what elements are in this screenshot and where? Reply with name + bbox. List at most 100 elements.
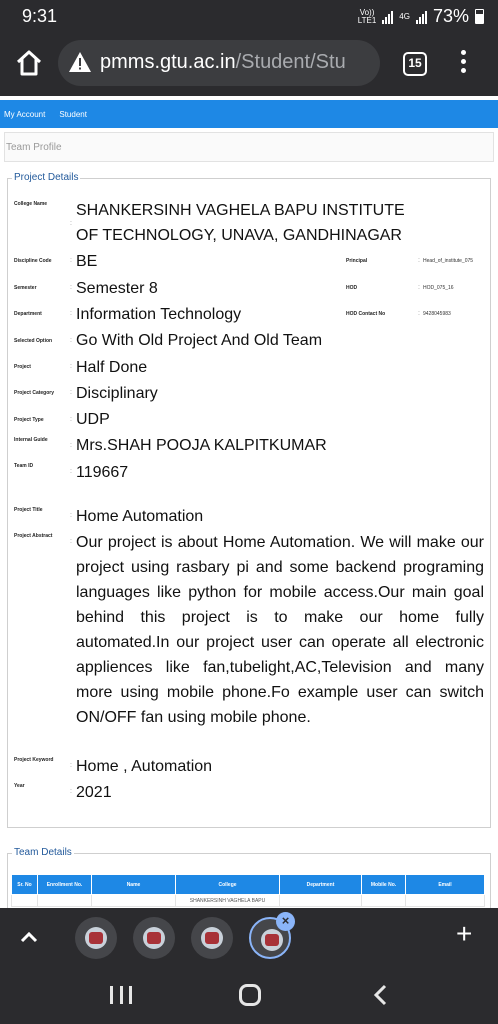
tab-strip (0, 908, 498, 966)
top-nav: My Account Student (0, 100, 498, 128)
colon: : (70, 257, 72, 264)
selected-option-label: Selected Option (14, 338, 53, 344)
col-department: Department (279, 874, 362, 895)
table-cell (11, 894, 38, 907)
hod-contact-value: 9428045983 (423, 311, 451, 317)
hod-contact-label: HOD Contact No (346, 311, 386, 317)
team-id-label: Team ID (14, 463, 34, 469)
year-value: 2021 (76, 784, 112, 801)
table-cell (279, 894, 362, 907)
nav-my-account[interactable]: My Account (4, 110, 45, 119)
project-label: Project (14, 364, 31, 370)
colon: : (70, 762, 72, 769)
clock: 9:31 (22, 6, 58, 26)
colon: : (70, 416, 72, 423)
tab-thumbnail[interactable] (75, 917, 117, 959)
breadcrumb: Team Profile (4, 132, 494, 162)
project-keyword-value: Home , Automation (76, 758, 213, 775)
college-name-label: College Name (14, 201, 48, 207)
col-mobile: Mobile No. (361, 874, 406, 895)
home-icon[interactable] (14, 48, 44, 78)
tab-thumbnail[interactable] (191, 917, 233, 959)
col-email: Email (405, 874, 485, 895)
col-college: College (175, 874, 280, 895)
project-category-label: Project Category (14, 390, 55, 396)
project-type-label: Project Type (14, 417, 44, 423)
colon: : (70, 788, 72, 795)
table-row: SHANKERSINH VAGHELA BAPU (11, 894, 485, 907)
volte-indicator: Vo)) LTE1 (357, 8, 377, 25)
colon: : (70, 442, 72, 449)
semester-label: Semester (14, 285, 37, 291)
warning-icon[interactable] (68, 51, 92, 73)
volte-bottom: LTE1 (357, 15, 377, 25)
close-tab-icon[interactable]: × (276, 912, 295, 931)
colon: : (70, 512, 72, 519)
department-value: Information Technology (76, 306, 242, 323)
plus-icon[interactable]: + (456, 920, 472, 948)
colon: : (418, 310, 420, 317)
colon: : (70, 310, 72, 317)
browser-toolbar: pmms.gtu.ac.in/Student/Stu 15 (0, 32, 498, 96)
discipline-code-label: Discipline Code (14, 258, 52, 264)
colon: : (70, 337, 72, 344)
tab-thumbnail[interactable] (133, 917, 175, 959)
colon: : (70, 220, 72, 227)
discipline-code-value: BE (76, 253, 98, 270)
project-title-label: Project Title (14, 507, 43, 513)
menu-icon[interactable] (455, 50, 471, 78)
table-cell (37, 894, 92, 907)
recents-icon[interactable] (110, 986, 132, 1004)
hod-label: HOD (346, 285, 358, 291)
colon: : (418, 257, 420, 264)
project-value: Half Done (76, 359, 148, 376)
status-icons: Vo)) LTE1 4G 73% (358, 6, 484, 27)
signal-icon-2 (415, 10, 427, 24)
battery-percent: 73% (432, 6, 469, 26)
principal-value: Head_of_institute_075 (423, 258, 474, 264)
status-bar: 9:31 Vo)) LTE1 4G 73% (0, 0, 498, 32)
table-cell (405, 894, 485, 907)
project-category-value: Disciplinary (76, 385, 158, 402)
nav-student[interactable]: Student (59, 110, 87, 119)
project-keyword-label: Project Keyword (14, 757, 54, 763)
college-name-line1: SHANKERSINH VAGHELA BAPU INSTITUTE (76, 202, 405, 219)
hod-value: HOD_075_16 (423, 285, 454, 291)
internal-guide-value: Mrs.SHAH POOJA KALPITKUMAR (76, 437, 327, 454)
chevron-up-icon[interactable] (18, 926, 40, 948)
team-id-value: 119667 (76, 464, 129, 481)
team-table-header: Sr. No Enrollment No. Name College Depar… (11, 874, 485, 895)
team-details-legend: Team Details (12, 847, 74, 858)
semester-value: Semester 8 (76, 280, 158, 297)
back-icon[interactable] (372, 984, 388, 1006)
project-abstract-value: Our project is about Home Automation. We… (76, 534, 484, 726)
selected-option-value: Go With Old Project And Old Team (76, 332, 323, 349)
table-cell (361, 894, 406, 907)
college-name-line2: OF TECHNOLOGY, UNAVA, GANDHINAGAR (76, 227, 402, 244)
col-enrollment: Enrollment No. (37, 874, 92, 895)
internal-guide-label: Internal Guide (14, 437, 48, 443)
principal-label: Principal (346, 258, 368, 264)
col-sr-no: Sr. No (11, 874, 38, 895)
battery-icon (475, 9, 484, 24)
home-nav-icon[interactable] (239, 984, 261, 1006)
project-type-value: UDP (76, 411, 110, 428)
colon: : (70, 468, 72, 475)
team-table: Sr. No Enrollment No. Name College Depar… (11, 874, 485, 907)
tab-switcher-button[interactable]: 15 (403, 52, 427, 76)
department-label: Department (14, 311, 42, 317)
colon: : (70, 284, 72, 291)
table-cell-college: SHANKERSINH VAGHELA BAPU (175, 894, 280, 907)
url-path: /Student/Stu (235, 51, 346, 73)
page-content: My Account Student Team Profile Project … (0, 96, 498, 908)
col-name: Name (91, 874, 176, 895)
colon: : (70, 538, 72, 545)
colon: : (70, 363, 72, 370)
url-bar[interactable]: pmms.gtu.ac.in/Student/Stu (58, 40, 380, 86)
url-text[interactable]: pmms.gtu.ac.in/Student/Stu (100, 51, 346, 74)
colon: : (70, 389, 72, 396)
colon: : (418, 284, 420, 291)
project-title-value: Home Automation (76, 508, 204, 525)
project-abstract-label: Project Abstract (14, 533, 53, 539)
year-label: Year (14, 783, 25, 789)
